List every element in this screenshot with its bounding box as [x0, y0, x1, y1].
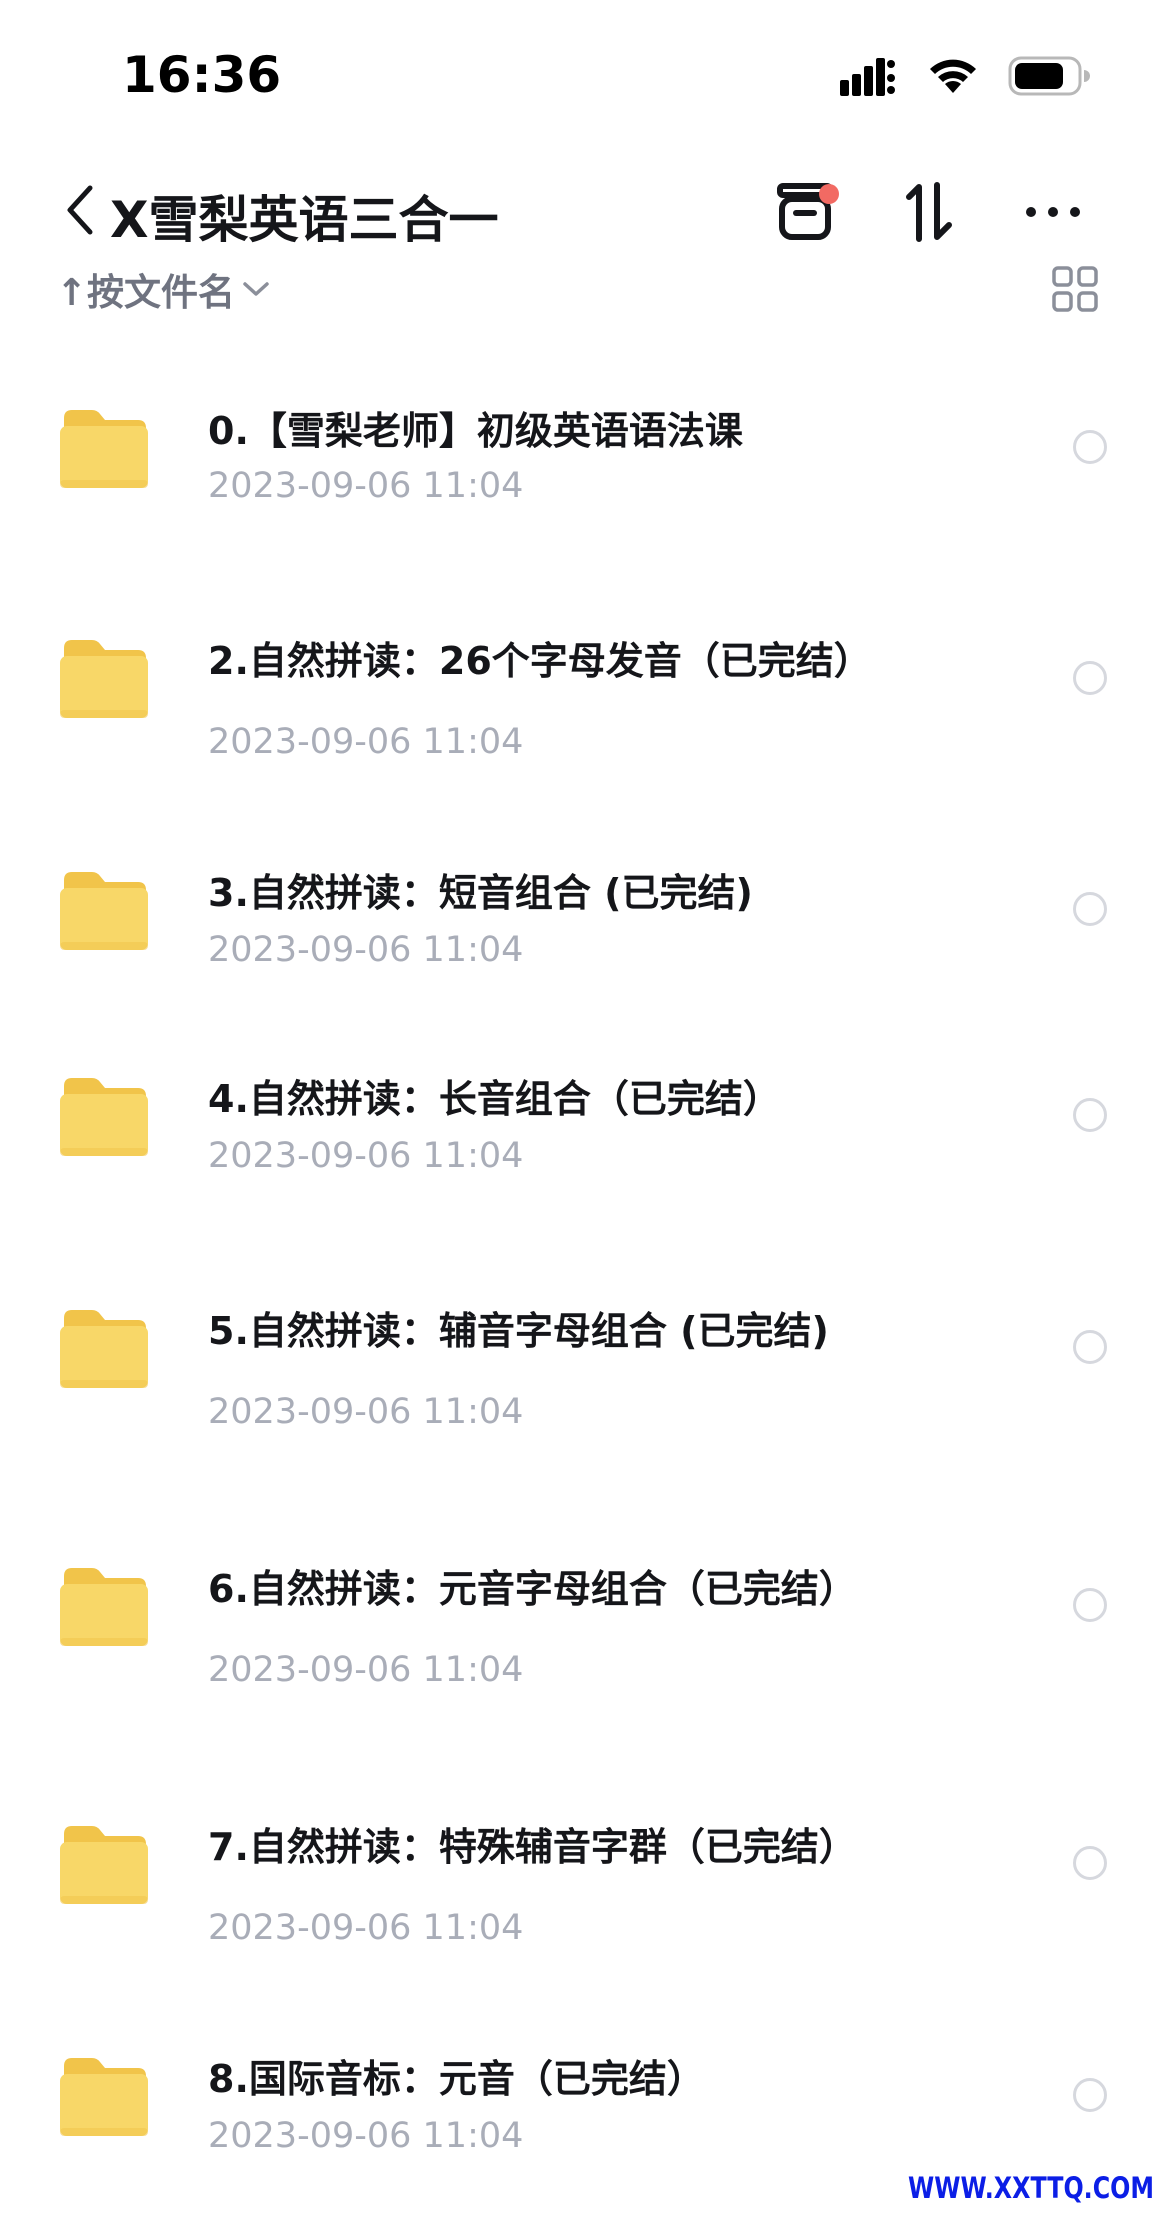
- select-radio-button[interactable]: [1073, 1330, 1107, 1364]
- transfer-button[interactable]: [743, 172, 867, 252]
- sort-by-filename-button[interactable]: ↑按文件名: [56, 262, 271, 316]
- select-radio-button[interactable]: [1073, 1098, 1107, 1132]
- sort-bar: ↑按文件名: [0, 258, 1170, 322]
- watermark: WWW.XXTTQ.COM: [907, 2171, 1154, 2205]
- folder-icon: [58, 1308, 150, 1390]
- file-date: 2023-09-06 11:04: [208, 1392, 524, 1432]
- file-name: 2.自然拼读：26个字母发音（已完结）: [208, 639, 872, 683]
- file-date: 2023-09-06 11:04: [208, 466, 524, 506]
- grid-view-button[interactable]: [1052, 266, 1098, 312]
- select-radio-button[interactable]: [1073, 1588, 1107, 1622]
- sort-order-button[interactable]: [867, 172, 991, 252]
- file-date: 2023-09-06 11:04: [208, 1650, 524, 1690]
- file-name: 5.自然拼读：辅音字母组合 (已完结): [208, 1309, 829, 1353]
- select-radio-button[interactable]: [1073, 430, 1107, 464]
- select-radio-button[interactable]: [1073, 2078, 1107, 2112]
- folder-icon: [58, 408, 150, 490]
- folder-icon: [58, 1566, 150, 1648]
- select-radio-button[interactable]: [1073, 892, 1107, 926]
- more-icon: [1026, 207, 1080, 217]
- more-button[interactable]: [991, 172, 1115, 252]
- header-actions: [743, 172, 1115, 252]
- file-date: 2023-09-06 11:04: [208, 1908, 524, 1948]
- file-name: 7.自然拼读：特殊辅音字群（已完结）: [208, 1825, 857, 1869]
- chevron-down-icon: [243, 282, 269, 296]
- select-radio-button[interactable]: [1073, 1846, 1107, 1880]
- notification-dot: [819, 184, 839, 204]
- file-name: 4.自然拼读：长音组合（已完结）: [208, 1077, 781, 1121]
- file-date: 2023-09-06 11:04: [208, 1136, 524, 1176]
- file-row[interactable]: 8.国际音标：元音（已完结） 2023-09-06 11:04: [0, 0, 1170, 2156]
- grid-view-icon: [1052, 266, 1098, 312]
- back-button[interactable]: [60, 178, 110, 242]
- file-name: 6.自然拼读：元音字母组合（已完结）: [208, 1567, 857, 1611]
- file-date: 2023-09-06 11:04: [208, 930, 524, 970]
- back-chevron-icon: [67, 185, 93, 235]
- select-radio-button[interactable]: [1073, 661, 1107, 695]
- folder-icon: [58, 2056, 150, 2138]
- folder-icon: [58, 1824, 150, 1906]
- page-title: X雪梨英语三合一: [110, 191, 499, 249]
- file-name: 3.自然拼读：短音组合 (已完结): [208, 871, 753, 915]
- sort-label: ↑按文件名: [56, 271, 236, 314]
- sort-order-icon: [906, 182, 952, 242]
- folder-icon: [58, 1076, 150, 1158]
- folder-icon: [58, 870, 150, 952]
- file-name: 8.国际音标：元音（已完结）: [208, 2057, 705, 2101]
- folder-icon: [58, 638, 150, 720]
- file-date: 2023-09-06 11:04: [208, 722, 524, 762]
- file-name: 0.【雪梨老师】初级英语语法课: [208, 409, 743, 453]
- file-date: 2023-09-06 11:04: [208, 2116, 524, 2156]
